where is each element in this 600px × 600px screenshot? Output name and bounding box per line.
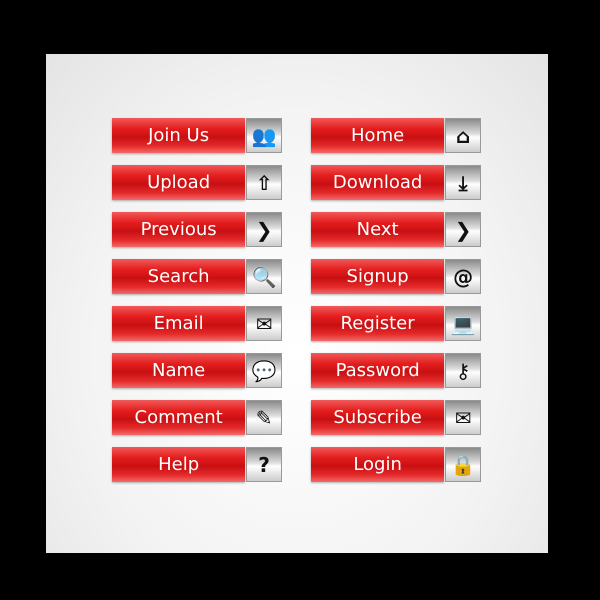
button-label: Next	[311, 212, 445, 247]
lock-icon: 🔒	[445, 447, 481, 482]
users-icon: 👥	[246, 118, 282, 153]
button-label: Password	[311, 353, 445, 388]
download-button[interactable]: Download ⤓	[311, 165, 481, 200]
envelope-cursor-icon: ✉	[445, 400, 481, 435]
button-label: Email	[112, 306, 246, 341]
button-label: Upload	[112, 165, 246, 200]
at-icon: @	[445, 259, 481, 294]
key-icon: ⚷	[445, 353, 481, 388]
document-pen-icon: ✎	[246, 400, 282, 435]
button-label: Download	[311, 165, 445, 200]
subscribe-button[interactable]: Subscribe ✉	[311, 400, 481, 435]
upload-button[interactable]: Upload ⇧	[112, 165, 282, 200]
email-button[interactable]: Email ✉	[112, 306, 282, 341]
question-icon: ?	[246, 447, 282, 482]
button-label: Name	[112, 353, 246, 388]
button-label: Previous	[112, 212, 246, 247]
button-label: Register	[311, 306, 445, 341]
button-label: Help	[112, 447, 246, 482]
chevron-icon: ❯	[246, 212, 282, 247]
home-icon: ⌂	[445, 118, 481, 153]
previous-button[interactable]: Previous ❯	[112, 212, 282, 247]
laptop-icon: 💻	[445, 306, 481, 341]
button-label: Subscribe	[311, 400, 445, 435]
button-label: Search	[112, 259, 246, 294]
login-button[interactable]: Login 🔒	[311, 447, 481, 482]
upload-icon: ⇧	[246, 165, 282, 200]
button-label: Join Us	[112, 118, 246, 153]
speech-bubble-icon: 💬	[246, 353, 282, 388]
chevron-icon: ❯	[445, 212, 481, 247]
register-button[interactable]: Register 💻	[311, 306, 481, 341]
help-button[interactable]: Help?	[112, 447, 282, 482]
join-us-button[interactable]: Join Us 👥	[112, 118, 282, 153]
button-label: Signup	[311, 259, 445, 294]
search-document-icon: 🔍	[246, 259, 282, 294]
envelope-icon: ✉	[246, 306, 282, 341]
button-label: Comment	[112, 400, 246, 435]
name-button[interactable]: Name 💬	[112, 353, 282, 388]
home-button[interactable]: Home ⌂	[311, 118, 481, 153]
password-button[interactable]: Password ⚷	[311, 353, 481, 388]
search-button[interactable]: Search 🔍	[112, 259, 282, 294]
comment-button[interactable]: Comment ✎	[112, 400, 282, 435]
next-button[interactable]: Next ❯	[311, 212, 481, 247]
signup-button[interactable]: Signup @	[311, 259, 481, 294]
button-label: Home	[311, 118, 445, 153]
download-icon: ⤓	[445, 165, 481, 200]
button-label: Login	[311, 447, 445, 482]
